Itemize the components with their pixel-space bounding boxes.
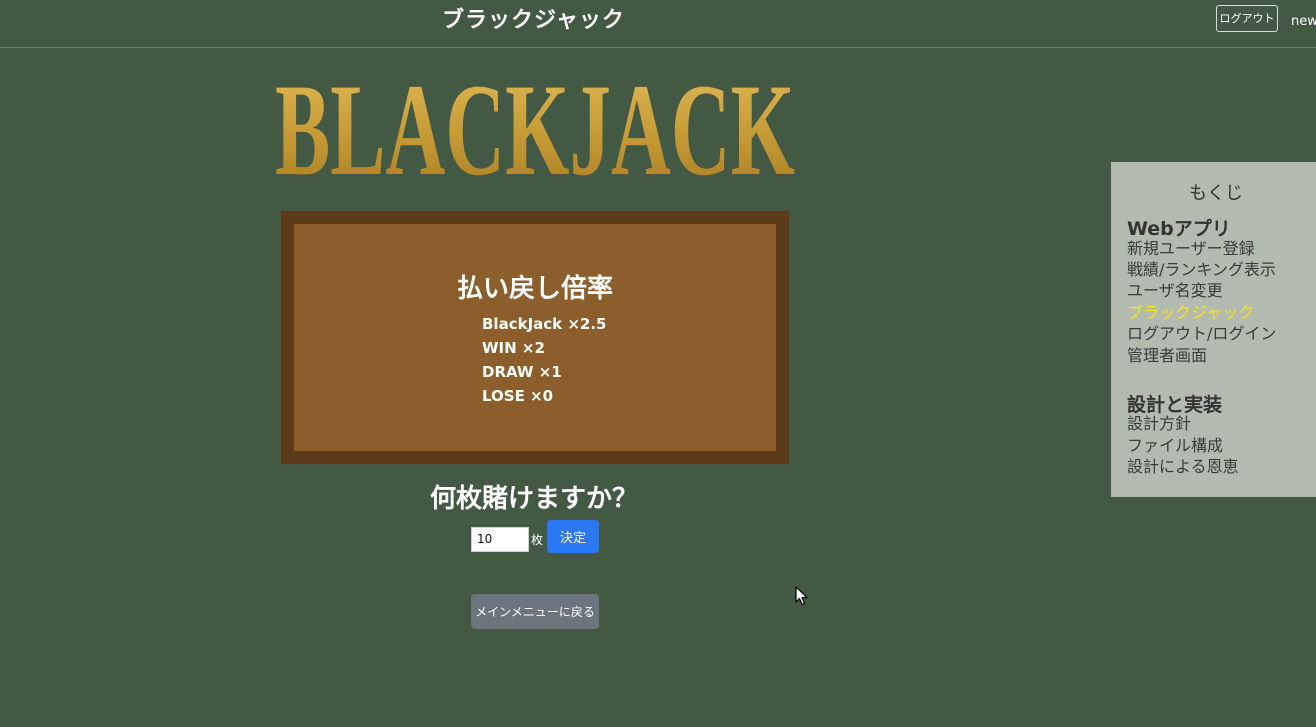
bet-question: 何枚賭けますか？ — [429, 484, 638, 514]
payout-item-lose: LOSE ×0 — [482, 387, 554, 405]
payout-item-draw: DRAW ×1 — [482, 363, 562, 381]
toc-section-label: Webアプリ — [1127, 218, 1231, 240]
payout-board: 払い戻し倍率 BlackJack ×2.5 WIN ×2 DRAW ×1 LOS… — [281, 211, 789, 464]
toc-item-design-policy[interactable]: 設計方針 — [1127, 414, 1191, 434]
bet-amount-input[interactable] — [471, 526, 529, 552]
toc-item-admin[interactable]: 管理者画面 — [1127, 346, 1207, 366]
toc-item-file-structure[interactable]: ファイル構成 — [1127, 436, 1223, 456]
username-label: new — [1291, 14, 1316, 29]
mouse-cursor-icon — [795, 586, 809, 606]
toc-item-rename[interactable]: ユーザ名変更 — [1127, 281, 1223, 301]
toc-item-ranking[interactable]: 戦績/ランキング表示 — [1127, 260, 1276, 280]
payout-item-blackjack: BlackJack ×2.5 — [482, 315, 607, 333]
toc-item-logout-login[interactable]: ログアウト/ログイン — [1127, 324, 1276, 344]
toc-item-design-benefits[interactable]: 設計による恩恵 — [1127, 457, 1239, 477]
payout-item-win: WIN ×2 — [482, 339, 545, 357]
logo-text: BLACKJACK — [275, 62, 795, 194]
main-menu-button[interactable]: メインメニューに戻る — [471, 594, 599, 629]
payout-title: 払い戻し倍率 — [456, 274, 613, 304]
toc-section-label: 設計と実装 — [1127, 394, 1223, 416]
bet-unit-label: 枚 — [531, 532, 544, 547]
toc-panel: もくじ Webアプリ 新規ユーザー登録 戦績/ランキング表示 ユーザ名変更 ブラ… — [1111, 162, 1316, 497]
page-title: ブラックジャック — [442, 8, 625, 33]
payout-list: BlackJack ×2.5 WIN ×2 DRAW ×1 LOSE ×0 — [482, 312, 607, 408]
blackjack-logo: BLACKJACK — [272, 62, 798, 194]
bet-form: 枚 決定 — [471, 519, 600, 553]
logout-button[interactable]: ログアウト — [1216, 5, 1278, 32]
toc-title: もくじ — [1189, 183, 1243, 204]
top-navbar: ブラックジャック ログアウト new — [0, 0, 1316, 48]
toc-item-register[interactable]: 新規ユーザー登録 — [1127, 239, 1255, 259]
decide-button[interactable]: 決定 — [547, 519, 600, 553]
toc-item-blackjack[interactable]: ブラックジャック — [1127, 303, 1254, 323]
payout-board-felt: 払い戻し倍率 BlackJack ×2.5 WIN ×2 DRAW ×1 LOS… — [294, 224, 776, 451]
toc-section-design[interactable]: 設計と実装 — [1127, 390, 1222, 417]
toc-section-webapp[interactable]: Webアプリ — [1127, 214, 1231, 241]
